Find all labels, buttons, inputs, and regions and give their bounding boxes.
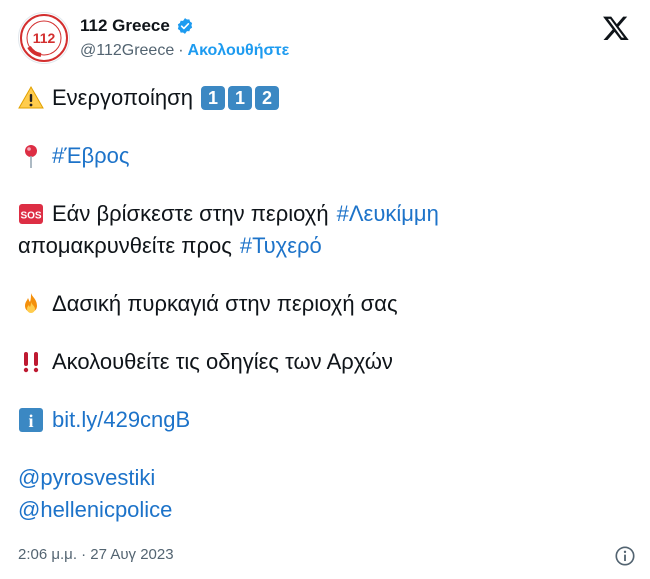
short-link[interactable]: bit.ly/429cngB (52, 404, 190, 436)
mention-hellenicpolice[interactable]: @hellenicpolice (18, 494, 172, 526)
line-link: i bit.ly/429cngB (18, 404, 632, 436)
info-circle-icon[interactable] (614, 545, 636, 567)
double-exclamation-icon (18, 349, 44, 375)
tweet-card: 112 112 Greece @112Greece · Ακολουθήστε … (0, 0, 650, 579)
key-2-icon: 2 (254, 86, 279, 110)
x-logo-icon[interactable] (602, 14, 630, 42)
avatar-text: 112 (33, 30, 56, 46)
line-area: SOS Εάν βρίσκεστε στην περιοχή #Λευκίμμη (18, 198, 632, 230)
activation-text: Ενεργοποίηση (52, 85, 193, 110)
information-icon: i (18, 407, 44, 433)
sos-icon: SOS (18, 201, 44, 227)
avatar[interactable]: 112 (18, 12, 70, 64)
tweet-body: Ενεργοποίηση 1 1 2 #Έβρος SOS Εάν βρίσκε… (18, 82, 632, 526)
fire-icon (18, 291, 44, 317)
info-label: i (28, 411, 33, 431)
handle-row: @112Greece · Ακολουθήστε (80, 42, 289, 60)
move-to-text: απομακρυνθείτε προς (18, 233, 232, 258)
verified-badge-icon (176, 17, 194, 35)
line-move-to: απομακρυνθείτε προς #Τυχερό (18, 230, 632, 262)
fire-text: Δασική πυρκαγιά στην περιοχή σας (52, 291, 398, 316)
sos-label: SOS (20, 211, 41, 222)
key-1-icon: 1 (227, 86, 252, 110)
tweet-header: 112 112 Greece @112Greece · Ακολουθήστε (18, 12, 632, 68)
line-location: #Έβρος (18, 140, 632, 172)
separator-dot: · (178, 42, 184, 59)
warning-icon (18, 85, 44, 111)
name-row: 112 Greece (80, 16, 194, 36)
hashtag-evros[interactable]: #Έβρος (52, 140, 130, 172)
handle[interactable]: @112Greece (80, 42, 174, 60)
line-fire: Δασική πυρκαγιά στην περιοχή σας (18, 288, 632, 320)
mentions: @pyrosvestiki @hellenicpolice (18, 462, 632, 526)
follow-button[interactable]: Ακολουθήστε (188, 42, 290, 60)
line-instructions: Ακολουθείτε τις οδηγίες των Αρχών (18, 346, 632, 378)
line-activation: Ενεργοποίηση 1 1 2 (18, 82, 632, 114)
timestamp[interactable]: 2:06 μ.μ. · 27 Αυγ 2023 (18, 546, 174, 563)
key-1-icon: 1 (200, 86, 225, 110)
mention-row: @pyrosvestiki (18, 462, 632, 494)
hashtag-lefkimmi[interactable]: #Λευκίμμη (337, 198, 439, 230)
number-keys: 1 1 2 (200, 86, 282, 110)
hashtag-tychero[interactable]: #Τυχερό (240, 230, 322, 262)
para-evacuate: SOS Εάν βρίσκεστε στην περιοχή #Λευκίμμη… (18, 198, 632, 262)
mention-pyrosvestiki[interactable]: @pyrosvestiki (18, 462, 155, 494)
mention-row: @hellenicpolice (18, 494, 632, 526)
area-text: Εάν βρίσκεστε στην περιοχή (52, 201, 329, 226)
display-name[interactable]: 112 Greece (80, 16, 170, 36)
instructions-text: Ακολουθείτε τις οδηγίες των Αρχών (52, 349, 393, 374)
round-pushpin-icon (18, 143, 44, 169)
